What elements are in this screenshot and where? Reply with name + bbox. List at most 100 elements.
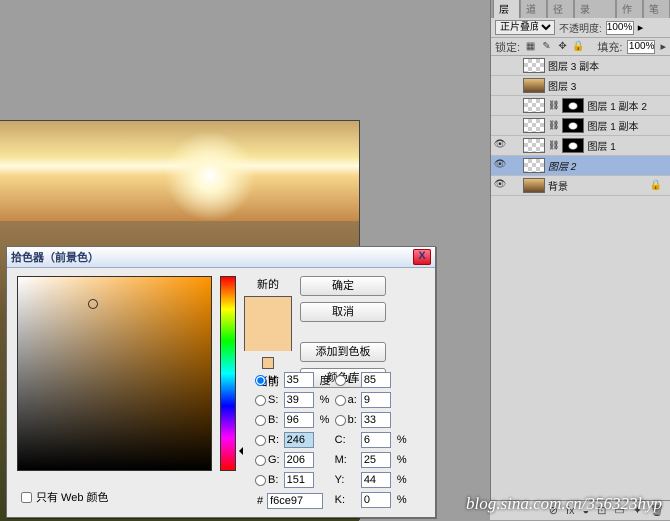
blend-mode-select[interactable]: 正片叠底: [495, 20, 555, 35]
web-only-checkbox[interactable]: 只有 Web 颜色: [21, 489, 109, 505]
k-label: K:: [335, 494, 357, 506]
color-field[interactable]: [17, 276, 212, 471]
bv-input[interactable]: [284, 412, 314, 428]
l-radio[interactable]: L:: [335, 374, 357, 386]
tab-channels[interactable]: 通道: [520, 0, 547, 18]
m-input[interactable]: [361, 452, 391, 468]
layer-thumbnail[interactable]: [523, 98, 545, 113]
layer-row[interactable]: 👁 ⛓ 图层 1: [491, 136, 670, 156]
lock-paint-icon[interactable]: ✎: [541, 41, 552, 52]
visibility-eye-icon[interactable]: 👁: [493, 179, 507, 193]
layer-row[interactable]: 👁 图层 3 副本: [491, 56, 670, 76]
lock-move-icon[interactable]: ✥: [557, 41, 568, 52]
g-radio[interactable]: G:: [255, 454, 280, 466]
link-icon: ⛓: [548, 140, 559, 151]
k-input[interactable]: [361, 492, 391, 508]
bc-input[interactable]: [284, 472, 314, 488]
h-radio[interactable]: H:: [255, 374, 280, 386]
new-color-label: 新的: [257, 276, 279, 292]
color-value-fields: H:度 L: S:% a: B:% b: R: C:% G: M:% B: Y:…: [255, 372, 407, 508]
layer-thumbnail[interactable]: [523, 58, 545, 73]
a-radio[interactable]: a:: [335, 394, 357, 406]
s-input[interactable]: [284, 392, 314, 408]
hue-slider[interactable]: [220, 276, 236, 471]
hex-input[interactable]: [267, 493, 323, 509]
layer-name[interactable]: 图层 3: [548, 78, 576, 93]
layer-name[interactable]: 背景: [548, 178, 568, 193]
gamut-warning-swatch[interactable]: [262, 357, 274, 369]
close-button[interactable]: X: [413, 249, 431, 265]
web-only-input[interactable]: [21, 492, 32, 503]
layer-name[interactable]: 图层 1: [587, 138, 615, 153]
chevron-icon[interactable]: ▸: [638, 21, 644, 34]
c-unit: %: [397, 434, 407, 446]
m-unit: %: [397, 454, 407, 466]
h-input[interactable]: [284, 372, 314, 388]
visibility-eye-icon[interactable]: 👁: [493, 159, 507, 173]
opacity-input[interactable]: [606, 21, 634, 35]
r-radio[interactable]: R:: [255, 434, 280, 446]
l-input[interactable]: [361, 372, 391, 388]
layer-thumbnail[interactable]: [523, 158, 545, 173]
mask-thumbnail[interactable]: [562, 138, 584, 153]
tab-paths[interactable]: 路径: [547, 0, 574, 18]
link-icon: ⛓: [548, 120, 559, 131]
layer-thumbnail[interactable]: [523, 138, 545, 153]
lock-label: 锁定:: [495, 39, 520, 55]
dialog-title: 拾色器（前景色）: [11, 249, 99, 265]
chevron-icon[interactable]: ▸: [660, 40, 666, 53]
color-preview: [244, 296, 292, 351]
tab-layers[interactable]: 图层: [493, 0, 520, 18]
lock-transparency-icon[interactable]: ▦: [525, 41, 536, 52]
c-label: C:: [335, 434, 357, 446]
ok-button[interactable]: 确定: [300, 276, 386, 296]
visibility-eye-icon[interactable]: 👁: [493, 79, 507, 93]
layer-row[interactable]: 👁 背景 🔒: [491, 176, 670, 196]
add-to-swatches-button[interactable]: 添加到色板: [300, 342, 386, 362]
visibility-eye-icon[interactable]: 👁: [493, 139, 507, 153]
bc-radio[interactable]: B:: [255, 474, 280, 486]
lock-all-icon[interactable]: 🔒: [573, 41, 584, 52]
mask-thumbnail[interactable]: [562, 98, 584, 113]
canvas-sunlight: [150, 131, 270, 221]
dialog-titlebar[interactable]: 拾色器（前景色） X: [7, 247, 435, 268]
layer-thumbnail[interactable]: [523, 118, 545, 133]
visibility-eye-icon[interactable]: 👁: [493, 119, 507, 133]
layer-row[interactable]: 👁 图层 3: [491, 76, 670, 96]
color-picker-dialog: 拾色器（前景色） X 新的 当前 确定 取消 添加到色板 颜色库 H:度 L: …: [6, 246, 436, 518]
a-input[interactable]: [361, 392, 391, 408]
layer-row[interactable]: 👁 图层 2: [491, 156, 670, 176]
b-radio[interactable]: B:: [255, 414, 280, 426]
lock-icon: 🔒: [650, 180, 662, 191]
layer-name[interactable]: 图层 3 副本: [548, 58, 599, 73]
close-icon: X: [418, 250, 425, 262]
lab-b-input[interactable]: [361, 412, 391, 428]
lab-b-radio[interactable]: b:: [335, 414, 357, 426]
mask-thumbnail[interactable]: [562, 118, 584, 133]
y-input[interactable]: [361, 472, 391, 488]
s-radio[interactable]: S:: [255, 394, 280, 406]
cancel-button[interactable]: 取消: [300, 302, 386, 322]
layer-name[interactable]: 图层 1 副本: [587, 118, 638, 133]
layer-row[interactable]: 👁 ⛓ 图层 1 副本: [491, 116, 670, 136]
tab-actions[interactable]: 动作: [616, 0, 643, 18]
y-label: Y:: [335, 474, 357, 486]
layer-row[interactable]: 👁 ⛓ 图层 1 副本 2: [491, 96, 670, 116]
m-label: M:: [335, 454, 357, 466]
c-input[interactable]: [361, 432, 391, 448]
layer-name[interactable]: 图层 2: [548, 158, 576, 173]
link-icon: ⛓: [548, 100, 559, 111]
visibility-eye-icon[interactable]: 👁: [493, 99, 507, 113]
fill-input[interactable]: [627, 40, 655, 54]
r-input[interactable]: [284, 432, 314, 448]
hex-label: #: [257, 495, 263, 507]
tab-brushes[interactable]: 画笔: [643, 0, 670, 18]
tab-history[interactable]: 历史记录: [574, 0, 616, 18]
layer-thumbnail[interactable]: [523, 78, 545, 93]
layer-thumbnail[interactable]: [523, 178, 545, 193]
layers-panel: 图层 通道 路径 历史记录 动作 画笔 正片叠底 不透明度: ▸ 锁定: ▦ ✎…: [490, 0, 670, 520]
visibility-eye-icon[interactable]: 👁: [493, 59, 507, 73]
s-unit: %: [320, 394, 331, 406]
layer-name[interactable]: 图层 1 副本 2: [587, 98, 646, 113]
g-input[interactable]: [284, 452, 314, 468]
